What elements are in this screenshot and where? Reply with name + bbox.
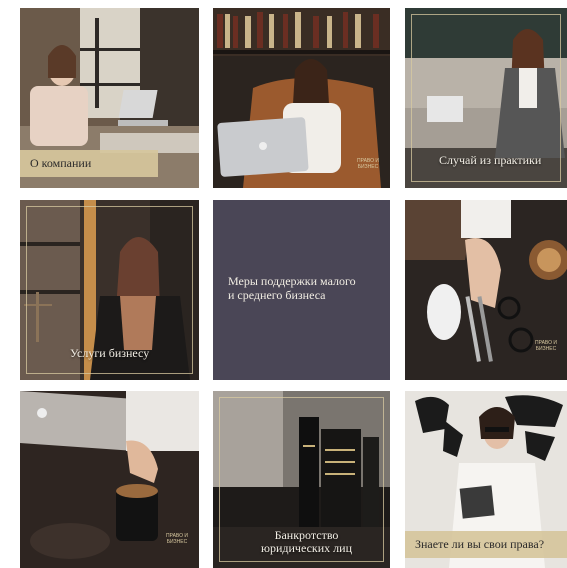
- post-tile-case-study[interactable]: Случай из практики: [405, 8, 567, 188]
- caption-case-study: Случай из практики: [439, 153, 542, 167]
- caption-about-company: О компании: [20, 150, 158, 177]
- brand-logo: ПРАВО И БИЗНЕС: [535, 340, 557, 352]
- caption-sme-support: Меры поддержки малого и среднего бизнеса: [228, 274, 356, 302]
- post-tile-bankruptcy[interactable]: Банкротство юридических лиц: [213, 391, 390, 568]
- post-tile-business-services[interactable]: Услуги бизнесу: [20, 200, 199, 380]
- post-tile-about-company[interactable]: О компании: [20, 8, 199, 188]
- photo-desk-mouse-glasses: [405, 200, 567, 380]
- post-tile-laptop-armchair[interactable]: ПРАВО И БИЗНЕС: [213, 8, 390, 188]
- caption-bankruptcy: Банкротство юридических лиц: [261, 528, 352, 555]
- post-tile-know-your-rights[interactable]: Знаете ли вы свои права?: [405, 391, 567, 568]
- caption-business-services: Услуги бизнесу: [70, 346, 150, 360]
- caption-know-your-rights: Знаете ли вы свои права?: [405, 531, 567, 558]
- post-tile-coffee[interactable]: ПРАВО И БИЗНЕС: [20, 391, 199, 568]
- brand-logo: ПРАВО И БИЗНЕС: [166, 533, 188, 545]
- brand-logo: ПРАВО И БИЗНЕС: [357, 158, 379, 170]
- post-tile-mouse-glasses[interactable]: ПРАВО И БИЗНЕС: [405, 200, 567, 380]
- post-tile-sme-support[interactable]: Меры поддержки малого и среднего бизнеса: [213, 200, 390, 380]
